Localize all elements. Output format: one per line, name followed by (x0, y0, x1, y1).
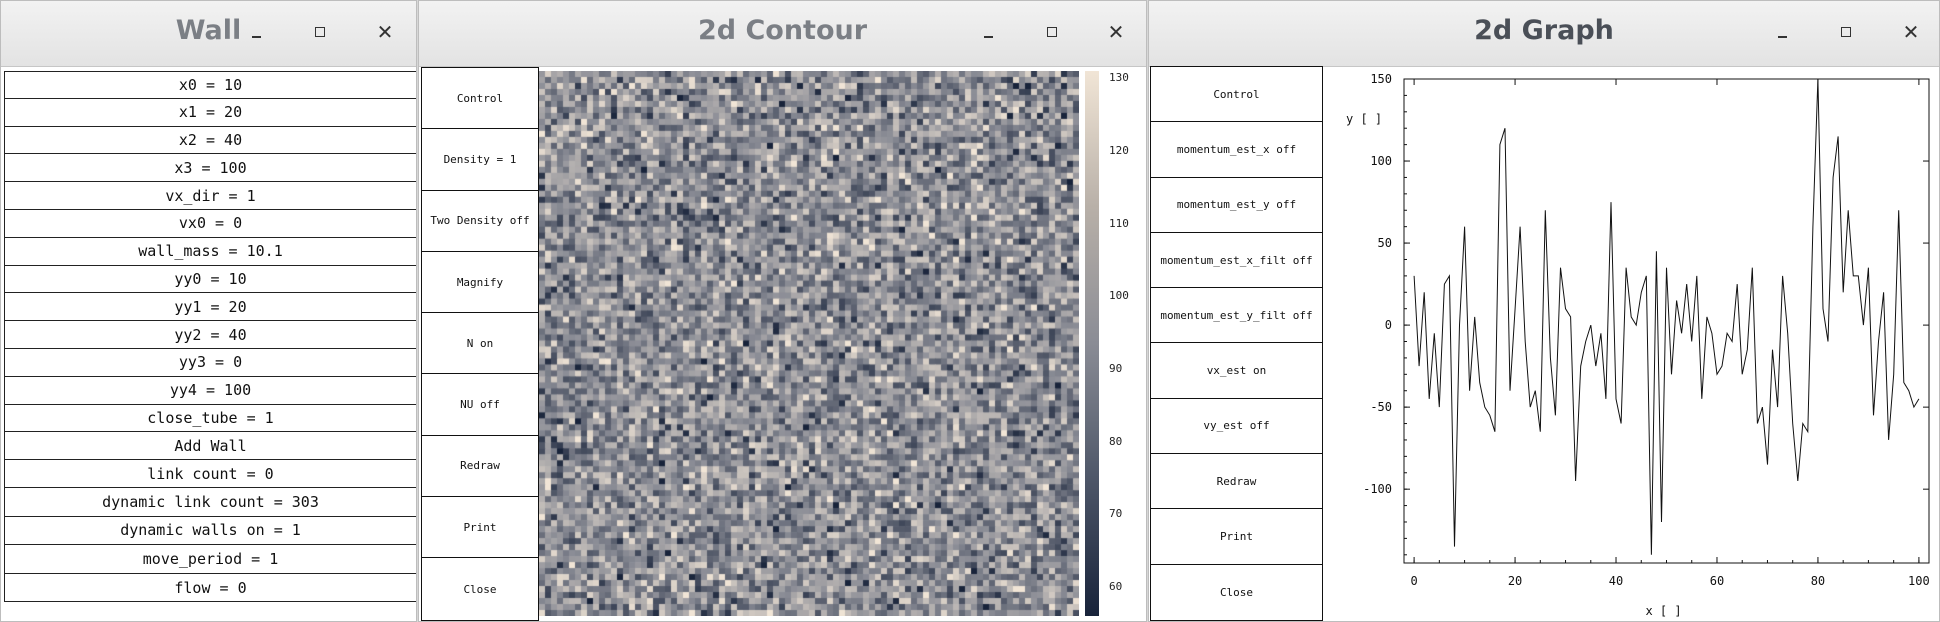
graph-control-button[interactable]: vx_est on (1151, 343, 1322, 399)
x-tick-label: 40 (1609, 574, 1623, 588)
contour-titlebar[interactable]: 2d Contour ✕ (419, 1, 1146, 67)
x-tick-label: 100 (1908, 574, 1930, 588)
wall-param-button[interactable]: x3 = 100 (4, 154, 416, 183)
wall-param-button[interactable]: yy2 = 40 (4, 321, 416, 349)
wall-param-button[interactable]: x2 = 40 (4, 126, 416, 155)
graph-control-button[interactable]: Close (1151, 565, 1322, 620)
contour-window-title: 2d Contour (697, 15, 868, 46)
graph-control-button[interactable]: Print (1151, 509, 1322, 565)
graph-control-button[interactable]: momentum_est_x_filt off (1151, 233, 1322, 289)
contour-control-button[interactable]: Redraw (422, 436, 538, 498)
graph-control-button[interactable]: Redraw (1151, 454, 1322, 510)
wall-param-button[interactable]: vx_dir = 1 (4, 182, 416, 210)
graph-window: 2d Graph ✕ Control momentum_est_x off mome… (1148, 0, 1940, 622)
graph-control-button[interactable]: momentum_est_x off (1151, 122, 1322, 178)
y-tick-label: -100 (1363, 482, 1392, 496)
y-tick-label: 50 (1378, 236, 1392, 250)
contour-control-button[interactable]: NU off (422, 374, 538, 436)
wall-param-button[interactable]: flow = 0 (4, 573, 416, 603)
wall-param-button[interactable]: vx0 = 0 (4, 209, 416, 238)
colorbar-tick-label: 60 (1109, 579, 1123, 593)
wall-param-button[interactable]: move_period = 1 (4, 545, 416, 574)
colorbar-tick-label: 70 (1109, 507, 1123, 521)
plot-frame (1403, 78, 1930, 564)
contour-control-button[interactable]: N on (422, 313, 538, 375)
close-icon[interactable]: ✕ (374, 21, 396, 43)
wall-param-button[interactable]: link count = 0 (4, 460, 416, 488)
y-axis-label: y [ ] (1346, 112, 1382, 126)
wall-param-button[interactable]: close_tube = 1 (4, 404, 416, 433)
close-icon[interactable]: ✕ (1105, 21, 1127, 43)
wall-titlebar[interactable]: Wall ✕ (1, 1, 416, 67)
minimize-icon[interactable] (1771, 21, 1793, 43)
wall-param-button[interactable]: dynamic walls on = 1 (4, 516, 416, 546)
wall-param-button[interactable]: Add Wall (4, 432, 416, 461)
close-icon[interactable]: ✕ (1900, 21, 1922, 43)
y-tick-label: 100 (1370, 154, 1392, 168)
graph-control-button[interactable]: momentum_est_y_filt off (1151, 288, 1322, 344)
colorbar-tick-label: 100 (1109, 289, 1129, 303)
contour-control-button[interactable]: Control (422, 68, 538, 130)
wall-window: Wall ✕ x0 = 10 x1 = 20 x2 = 40 x3 = 100 vx_d… (0, 0, 417, 622)
graph-control-button[interactable]: vy_est off (1151, 399, 1322, 455)
colorbar-tick-label: 120 (1109, 143, 1129, 157)
wall-window-title: Wall (175, 15, 242, 46)
wall-param-button[interactable]: x0 = 10 (4, 71, 416, 99)
graph-control-button[interactable]: momentum_est_y off (1151, 178, 1322, 233)
contour-control-button[interactable]: Print (422, 497, 538, 559)
maximize-icon[interactable] (1041, 21, 1063, 43)
contour-heatmap[interactable] (539, 71, 1079, 616)
graph-control-panel: Control momentum_est_x off momentum_est_y … (1150, 66, 1323, 621)
line-chart: 0 20 40 60 80 100 150 100 50 0 -50 -100 y [ ] x [ ] (1346, 72, 1930, 618)
graph-control-button[interactable]: Control (1151, 67, 1322, 123)
wall-param-button[interactable]: yy3 = 0 (4, 348, 416, 377)
minimize-icon[interactable] (245, 21, 267, 43)
x-axis-label: x [ ] (1645, 604, 1681, 618)
colorbar-tick-label: 80 (1109, 434, 1123, 448)
colorbar (1085, 71, 1099, 616)
contour-control-button[interactable]: Magnify (422, 252, 538, 314)
contour-control-button[interactable]: Density = 1 (422, 129, 538, 191)
colorbar-tick-label: 90 (1109, 361, 1123, 375)
x-tick-label: 80 (1811, 574, 1825, 588)
x-tick-label: 0 (1410, 574, 1417, 588)
wall-param-button[interactable]: wall_mass = 10.1 (4, 237, 416, 266)
x-tick-label: 60 (1710, 574, 1724, 588)
minimize-icon[interactable] (977, 21, 999, 43)
contour-control-panel: Control Density = 1 Two Density off Magnify… (421, 67, 539, 621)
wall-param-button[interactable]: yy4 = 100 (4, 376, 416, 405)
wall-param-button[interactable]: x1 = 20 (4, 98, 416, 127)
contour-control-button[interactable]: Two Density off (422, 191, 538, 252)
wall-parameter-list: x0 = 10 x1 = 20 x2 = 40 x3 = 100 vx_dir = 1v… (4, 71, 416, 603)
x-tick-label: 20 (1508, 574, 1522, 588)
contour-control-button[interactable]: Close (422, 558, 538, 619)
maximize-icon[interactable] (309, 21, 331, 43)
wall-param-button[interactable]: dynamic link count = 303 (4, 487, 416, 517)
graph-window-title: 2d Graph (1474, 15, 1614, 46)
maximize-icon[interactable] (1835, 21, 1857, 43)
wall-param-button[interactable]: yy1 = 20 (4, 293, 416, 322)
y-tick-label: 150 (1370, 72, 1392, 86)
y-tick-label: -50 (1370, 400, 1392, 414)
y-tick-label: 0 (1385, 318, 1392, 332)
colorbar-tick-label: 130 (1109, 71, 1129, 85)
colorbar-tick-label: 110 (1109, 216, 1129, 230)
graph-titlebar[interactable]: 2d Graph ✕ (1149, 1, 1939, 67)
wall-param-button[interactable]: yy0 = 10 (4, 265, 416, 294)
contour-window: 2d Contour ✕ Control Density = 1 Two Densi… (418, 0, 1147, 622)
